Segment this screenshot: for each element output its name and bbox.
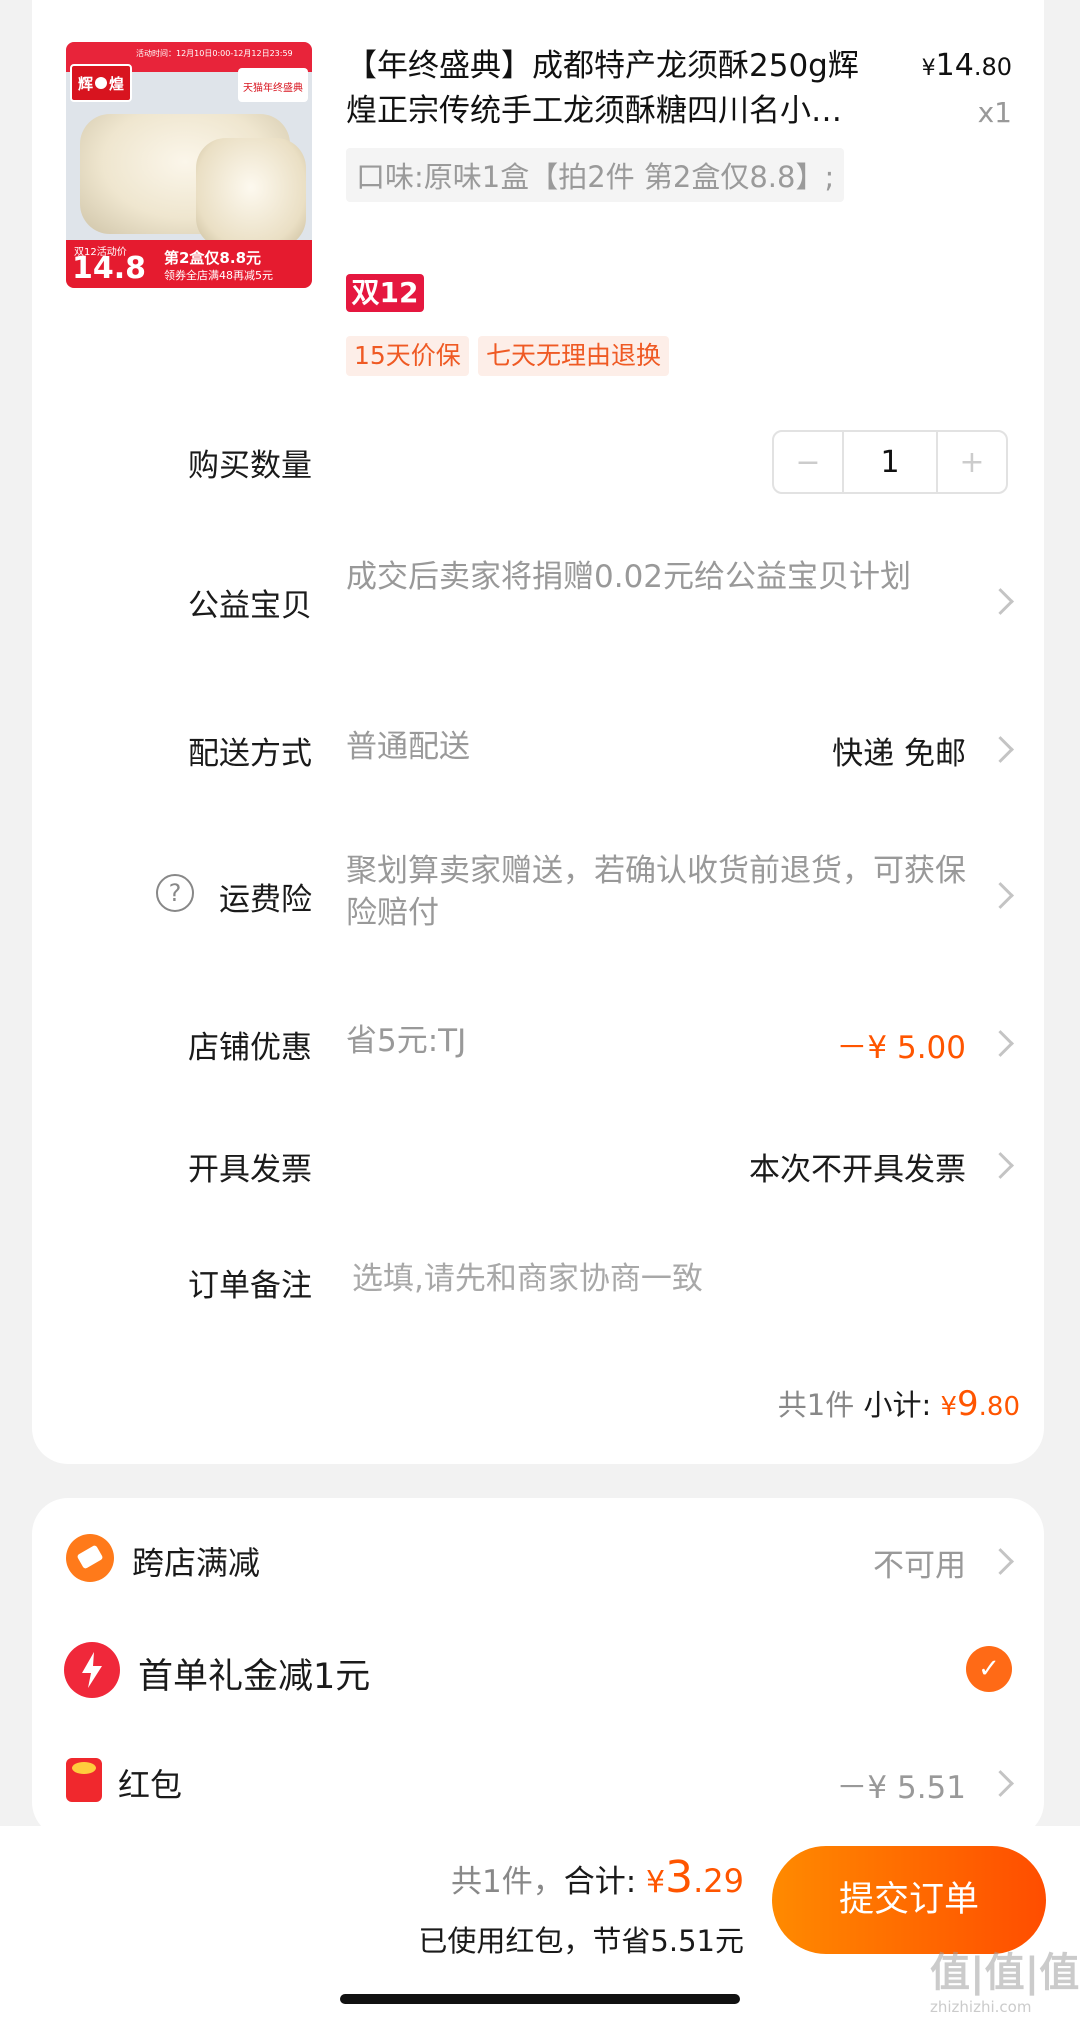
brand-logo: 辉煌 [70,64,132,102]
image-price: 双12活动价 14.8 [72,247,147,286]
total: 共1件，合计: ¥3.29 [450,1852,744,1903]
shop-discount-label: 店铺优惠 [188,1030,312,1066]
watermark: 值|值|值 zhizhizhi.com [930,1950,1080,2016]
tag-price-protect: 15天价保 [346,336,469,376]
coupon-icon [66,1534,114,1582]
increment-button[interactable]: + [938,432,1006,492]
quantity-label: 购买数量 [188,448,312,484]
help-icon[interactable]: ? [156,874,194,912]
shop-discount-text: 省5元:TJ [346,1023,467,1059]
invoice-label: 开具发票 [188,1152,312,1188]
shipping-insurance-text[interactable]: 聚划算卖家赠送，若确认收货前退货，可获保险赔付 [346,850,986,934]
product-price: ¥14.80 [921,48,1012,83]
product-image[interactable]: 活动时间：12月10日0:00-12月12日23:59 辉煌 天猫年终盛典 双1… [66,42,312,288]
cross-store-value[interactable]: 不可用 [873,1540,966,1585]
shop-discount-value[interactable]: －¥ 5.00 [836,1022,966,1067]
check-icon[interactable]: ✓ [966,1646,1012,1692]
submit-order-button[interactable]: 提交订单 [772,1846,1046,1954]
charity-label: 公益宝贝 [188,588,312,624]
invoice-value[interactable]: 本次不开具发票 [749,1144,966,1189]
product-variant[interactable]: 口味:原味1盒【拍2件 第2盒仅8.8】; [346,148,845,202]
first-order-label: 首单礼金减1元 [138,1657,371,1697]
red-packet-value[interactable]: －¥ 5.51 [836,1762,966,1807]
product-quantity: x1 [977,96,1012,129]
delivery-label: 配送方式 [188,736,312,772]
quantity-value[interactable]: 1 [844,432,938,492]
image-promo: 第2盒仅8.8元 领券全店满48再减5元 [164,249,273,283]
shipping-insurance-label: 运费险 [219,882,312,918]
tag-free-return: 七天无理由退换 [478,336,670,376]
saving-note: 已使用红包，节省5.51元 [418,1924,744,1958]
note-input[interactable]: 选填,请先和商家协商一致 [352,1258,703,1300]
tmall-label: 天猫年终盛典 [238,68,308,102]
product-title[interactable]: 【年终盛典】成都特产龙须酥250g辉煌正宗传统手工龙须酥糖四川名小… [346,44,866,134]
quantity-stepper[interactable]: − 1 + [772,430,1008,494]
decrement-button[interactable]: − [774,432,844,492]
charity-text[interactable]: 成交后卖家将捐赠0.02元给公益宝贝计划 [346,556,946,598]
delivery-text: 普通配送 [346,729,470,765]
note-label: 订单备注 [188,1268,312,1304]
product-photo-2 [196,138,306,248]
cross-store-label: 跨店满减 [132,1544,261,1582]
home-indicator[interactable] [340,1994,740,2004]
red-packet-icon [66,1758,102,1802]
subtotal: 共1件 小计: ¥9.80 [777,1384,1020,1424]
red-packet-label: 红包 [118,1766,183,1804]
double12-badge: 双12 [346,274,424,312]
lightning-icon [64,1642,120,1698]
delivery-value[interactable]: 快递 免邮 [832,728,966,773]
